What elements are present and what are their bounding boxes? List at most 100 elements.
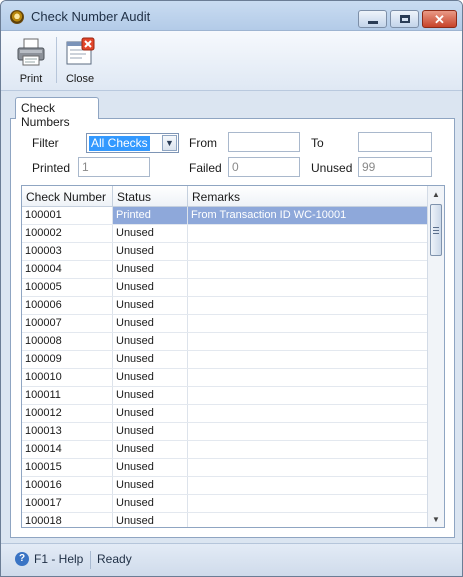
remarks-cell[interactable] [188, 351, 427, 368]
check-number-cell[interactable]: 100016 [22, 477, 113, 494]
title-bar[interactable]: Check Number Audit ✕ [1, 1, 462, 31]
help-hint[interactable]: F1 - Help [34, 552, 83, 566]
minimize-icon [367, 20, 378, 24]
remarks-cell[interactable] [188, 387, 427, 404]
check-number-cell[interactable]: 100006 [22, 297, 113, 314]
tab-check-numbers[interactable]: Check Numbers [15, 97, 99, 129]
check-number-cell[interactable]: 100005 [22, 279, 113, 296]
table-row[interactable]: 100007 Unused [22, 315, 427, 333]
column-header-check-number[interactable]: Check Number [22, 186, 113, 207]
status-cell[interactable]: Printed [113, 207, 188, 224]
check-number-cell[interactable]: 100015 [22, 459, 113, 476]
check-number-cell[interactable]: 100018 [22, 513, 113, 527]
status-cell[interactable]: Unused [113, 459, 188, 476]
failed-label: Failed [189, 161, 222, 175]
remarks-cell[interactable] [188, 405, 427, 422]
check-number-cell[interactable]: 100004 [22, 261, 113, 278]
scroll-up-icon[interactable]: ▲ [428, 186, 444, 202]
scroll-down-icon[interactable]: ▼ [428, 511, 444, 527]
check-number-cell[interactable]: 100012 [22, 405, 113, 422]
table-row[interactable]: 100012 Unused [22, 405, 427, 423]
maximize-button[interactable] [390, 10, 419, 28]
check-number-cell[interactable]: 100007 [22, 315, 113, 332]
from-input[interactable] [228, 132, 300, 152]
remarks-cell[interactable] [188, 225, 427, 242]
remarks-cell[interactable] [188, 261, 427, 278]
remarks-cell[interactable] [188, 315, 427, 332]
check-number-cell[interactable]: 100010 [22, 369, 113, 386]
table-row[interactable]: 100004 Unused [22, 261, 427, 279]
table-row[interactable]: 100003 Unused [22, 243, 427, 261]
table-row[interactable]: 100008 Unused [22, 333, 427, 351]
remarks-cell[interactable]: From Transaction ID WC-10001 [188, 207, 427, 224]
chevron-down-icon[interactable]: ▼ [162, 135, 177, 151]
table-row[interactable]: 100015 Unused [22, 459, 427, 477]
check-number-cell[interactable]: 100009 [22, 351, 113, 368]
check-number-cell[interactable]: 100011 [22, 387, 113, 404]
status-text: Ready [97, 552, 132, 566]
status-cell[interactable]: Unused [113, 333, 188, 350]
minimize-button[interactable] [358, 10, 387, 28]
status-cell[interactable]: Unused [113, 279, 188, 296]
status-cell[interactable]: Unused [113, 369, 188, 386]
check-number-cell[interactable]: 100001 [22, 207, 113, 224]
status-cell[interactable]: Unused [113, 315, 188, 332]
status-cell[interactable]: Unused [113, 387, 188, 404]
table-row[interactable]: 100006 Unused [22, 297, 427, 315]
status-cell[interactable]: Unused [113, 297, 188, 314]
status-cell[interactable]: Unused [113, 477, 188, 494]
remarks-cell[interactable] [188, 279, 427, 296]
remarks-cell[interactable] [188, 459, 427, 476]
status-cell[interactable]: Unused [113, 225, 188, 242]
remarks-cell[interactable] [188, 297, 427, 314]
table-row[interactable]: 100014 Unused [22, 441, 427, 459]
table-row[interactable]: 100016 Unused [22, 477, 427, 495]
table-row[interactable]: 100001 Printed From Transaction ID WC-1000… [22, 207, 427, 225]
printer-icon [17, 38, 45, 66]
status-cell[interactable]: Unused [113, 243, 188, 260]
vertical-scrollbar[interactable]: ▲ ▼ [427, 186, 444, 527]
table-row[interactable]: 100011 Unused [22, 387, 427, 405]
column-header-remarks[interactable]: Remarks [188, 186, 427, 207]
check-number-cell[interactable]: 100013 [22, 423, 113, 440]
check-numbers-grid[interactable]: Check Number Status Remarks 100001 Printe… [21, 185, 445, 528]
remarks-cell[interactable] [188, 369, 427, 386]
window-close-button[interactable]: ✕ [422, 10, 457, 28]
table-row[interactable]: 100010 Unused [22, 369, 427, 387]
status-cell[interactable]: Unused [113, 423, 188, 440]
help-icon[interactable]: ? [15, 552, 29, 566]
remarks-cell[interactable] [188, 333, 427, 350]
printed-label: Printed [32, 161, 71, 175]
print-button[interactable]: Print [9, 35, 53, 87]
check-number-cell[interactable]: 100008 [22, 333, 113, 350]
table-row[interactable]: 100002 Unused [22, 225, 427, 243]
table-row[interactable]: 100013 Unused [22, 423, 427, 441]
table-row[interactable]: 100009 Unused [22, 351, 427, 369]
check-number-cell[interactable]: 100003 [22, 243, 113, 260]
remarks-cell[interactable] [188, 441, 427, 458]
check-number-cell[interactable]: 100014 [22, 441, 113, 458]
remarks-cell[interactable] [188, 495, 427, 512]
status-cell[interactable]: Unused [113, 351, 188, 368]
table-row[interactable]: 100018 Unused [22, 513, 427, 527]
column-header-status[interactable]: Status [113, 186, 188, 207]
close-form-icon [66, 37, 95, 65]
status-cell[interactable]: Unused [113, 441, 188, 458]
status-cell[interactable]: Unused [113, 405, 188, 422]
status-cell[interactable]: Unused [113, 495, 188, 512]
to-input[interactable] [358, 132, 432, 152]
check-number-cell[interactable]: 100017 [22, 495, 113, 512]
table-row[interactable]: 100017 Unused [22, 495, 427, 513]
remarks-cell[interactable] [188, 477, 427, 494]
status-cell[interactable]: Unused [113, 513, 188, 527]
table-row[interactable]: 100005 Unused [22, 279, 427, 297]
filter-select[interactable]: All Checks ▼ [86, 133, 179, 153]
close-button[interactable]: Close [58, 35, 102, 87]
status-cell[interactable]: Unused [113, 261, 188, 278]
grip-line [433, 227, 439, 228]
remarks-cell[interactable] [188, 243, 427, 260]
check-number-cell[interactable]: 100002 [22, 225, 113, 242]
remarks-cell[interactable] [188, 513, 427, 527]
scroll-thumb[interactable] [430, 204, 442, 256]
remarks-cell[interactable] [188, 423, 427, 440]
